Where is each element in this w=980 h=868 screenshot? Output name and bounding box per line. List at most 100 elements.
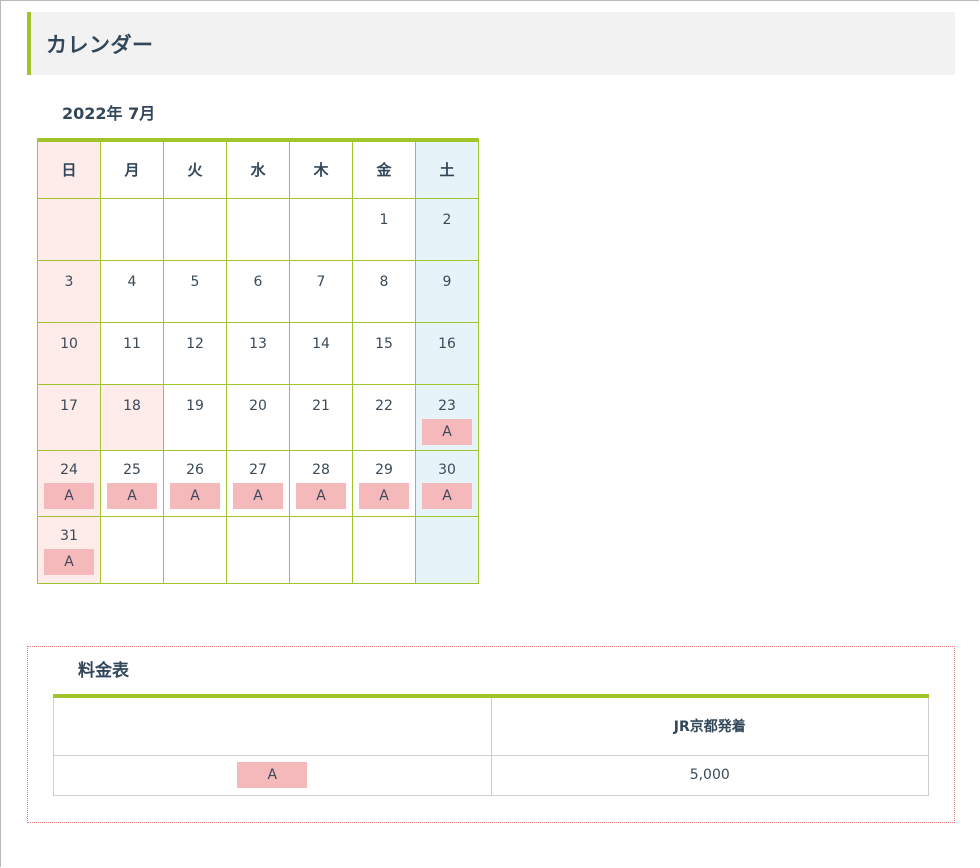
day-number <box>290 199 352 212</box>
day-number: 17 <box>60 397 78 414</box>
day-number: 24 <box>60 461 78 478</box>
availability-badge[interactable]: A <box>233 482 283 509</box>
calendar-day-cell <box>289 515 353 584</box>
calendar-day-cell: 20 <box>226 383 290 451</box>
calendar-week-row: 31 A <box>37 515 479 584</box>
calendar-day-cell: 7 <box>289 259 353 323</box>
day-number: 20 <box>249 397 267 414</box>
fee-price-cell: 5,000 <box>490 754 929 796</box>
day-number: 26 <box>186 461 204 478</box>
calendar-day-cell: 4 <box>100 259 164 323</box>
calendar-day-cell <box>415 515 479 584</box>
day-number: 22 <box>375 397 393 414</box>
day-number: 30 <box>438 461 456 478</box>
availability-badge[interactable]: A <box>359 482 409 509</box>
calendar-day-cell <box>289 197 353 261</box>
calendar-week-row: 1 2 <box>37 197 479 261</box>
calendar-day-cell: 6 <box>226 259 290 323</box>
calendar-day-cell <box>163 515 227 584</box>
calendar-day-cell: 25 A <box>100 449 164 517</box>
calendar-day-cell: 17 <box>37 383 101 451</box>
calendar-day-cell: 3 <box>37 259 101 323</box>
calendar-table: 日 月 火 水 木 金 土 1 2 3 4 5 6 7 8 9 10 11 12… <box>37 138 479 584</box>
calendar-day-cell: 9 <box>415 259 479 323</box>
calendar-day-cell: 14 <box>289 321 353 385</box>
calendar-day-cell: 23 A <box>415 383 479 451</box>
day-number: 14 <box>312 335 330 352</box>
availability-badge[interactable]: A <box>44 548 94 575</box>
day-number: 5 <box>190 273 200 290</box>
day-number: 13 <box>249 335 267 352</box>
day-number: 6 <box>253 273 263 290</box>
calendar-day-cell: 8 <box>352 259 416 323</box>
calendar-day-cell <box>352 515 416 584</box>
day-number: 25 <box>123 461 141 478</box>
fee-row: A 5,000 <box>53 754 929 796</box>
fee-header-route: JR京都発着 <box>490 695 929 756</box>
weekday-tuesday: 火 <box>163 139 227 199</box>
weekday-wednesday: 水 <box>226 139 290 199</box>
calendar-day-cell: 15 <box>352 321 416 385</box>
calendar-day-cell: 2 <box>415 197 479 261</box>
fee-header-plan <box>53 695 492 756</box>
day-number <box>101 199 163 212</box>
calendar-day-cell: 13 <box>226 321 290 385</box>
calendar-week-row: 24 A 25 A 26 A 27 A 28 A 29 A 30 A <box>37 449 479 517</box>
day-number: 16 <box>438 335 456 352</box>
day-number: 29 <box>375 461 393 478</box>
availability-badge[interactable]: A <box>422 418 472 445</box>
calendar-day-cell <box>100 515 164 584</box>
day-number: 4 <box>127 273 137 290</box>
availability-badge[interactable]: A <box>296 482 346 509</box>
day-number <box>38 199 100 212</box>
day-number <box>227 199 289 212</box>
weekday-monday: 月 <box>100 139 164 199</box>
day-number: 19 <box>186 397 204 414</box>
availability-badge[interactable]: A <box>422 482 472 509</box>
day-number <box>227 517 289 528</box>
calendar-day-cell: 21 <box>289 383 353 451</box>
calendar-day-cell: 5 <box>163 259 227 323</box>
calendar-day-cell: 27 A <box>226 449 290 517</box>
calendar-day-cell <box>100 197 164 261</box>
availability-badge[interactable]: A <box>44 482 94 509</box>
day-number: 15 <box>375 335 393 352</box>
calendar-day-cell <box>37 197 101 261</box>
weekday-friday: 金 <box>352 139 416 199</box>
availability-badge[interactable]: A <box>107 482 157 509</box>
calendar-week-row: 3 4 5 6 7 8 9 <box>37 259 479 323</box>
day-number <box>164 199 226 212</box>
day-number <box>353 517 415 528</box>
plan-badge: A <box>237 762 308 788</box>
calendar-day-cell <box>163 197 227 261</box>
day-number: 21 <box>312 397 330 414</box>
day-number: 18 <box>123 397 141 414</box>
calendar-day-cell: 24 A <box>37 449 101 517</box>
calendar-holiday-cell: 18 <box>100 383 164 451</box>
day-number: 1 <box>379 211 389 228</box>
calendar-day-cell: 16 <box>415 321 479 385</box>
calendar-week-row: 10 11 12 13 14 15 16 <box>37 321 479 385</box>
day-number: 9 <box>442 273 452 290</box>
day-number: 31 <box>60 527 78 544</box>
day-number: 3 <box>64 273 74 290</box>
fee-header-row: JR京都発着 <box>53 695 929 756</box>
fee-table: JR京都発着 A 5,000 <box>53 694 929 796</box>
day-number: 10 <box>60 335 78 352</box>
calendar-day-cell: 11 <box>100 321 164 385</box>
calendar-day-cell: 1 <box>352 197 416 261</box>
page-heading: カレンダー <box>27 12 955 75</box>
availability-badge[interactable]: A <box>170 482 220 509</box>
day-number: 7 <box>316 273 326 290</box>
day-number: 11 <box>123 335 141 352</box>
calendar-day-cell: 30 A <box>415 449 479 517</box>
day-number: 28 <box>312 461 330 478</box>
day-number: 8 <box>379 273 389 290</box>
day-number: 12 <box>186 335 204 352</box>
fee-plan-cell: A <box>53 754 492 796</box>
calendar-day-cell: 28 A <box>289 449 353 517</box>
day-number <box>290 517 352 528</box>
weekday-sunday: 日 <box>37 139 101 199</box>
weekday-header-row: 日 月 火 水 木 金 土 <box>37 139 479 199</box>
weekday-saturday: 土 <box>415 139 479 199</box>
